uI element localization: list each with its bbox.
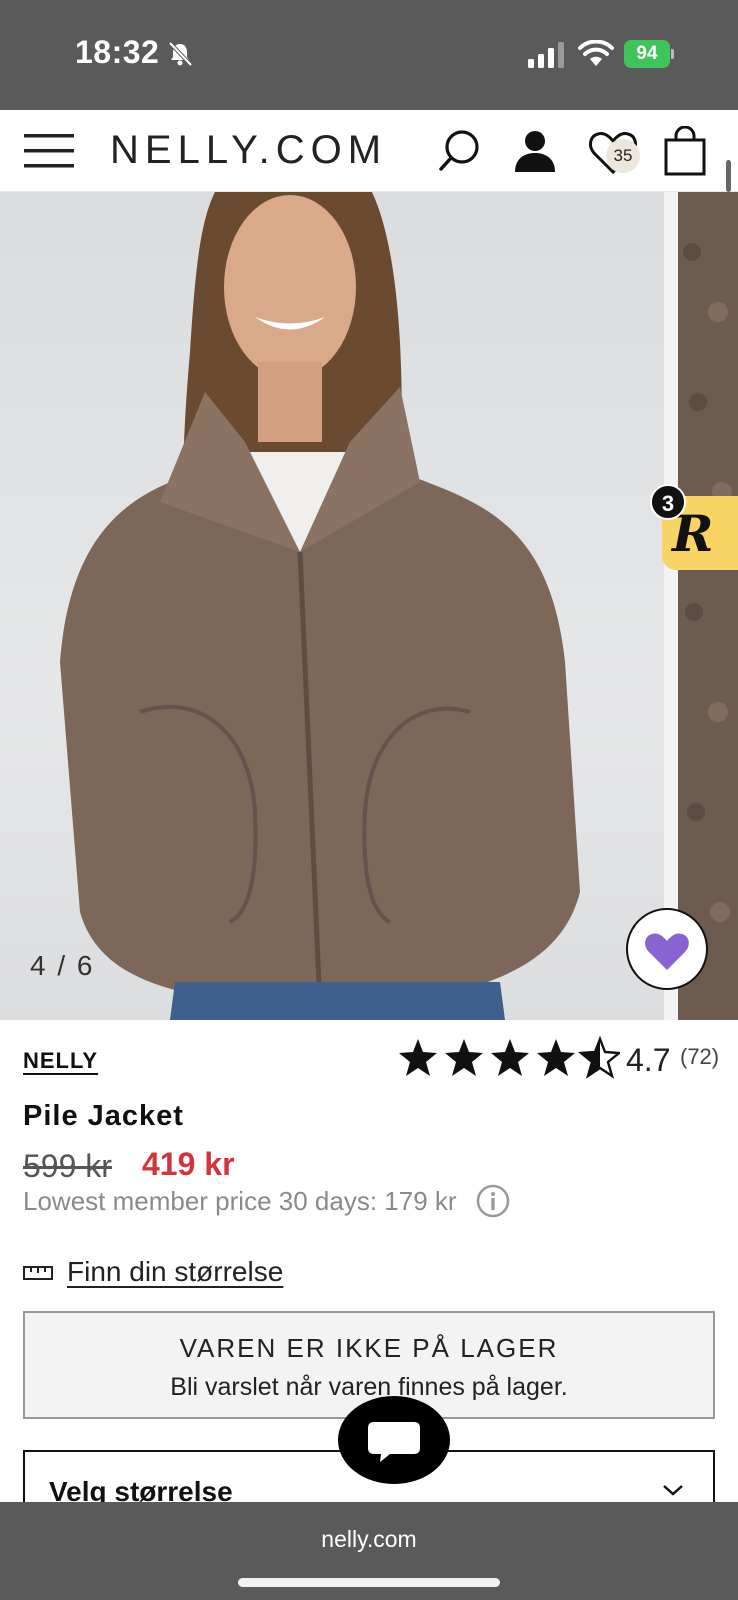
bell-muted-icon <box>168 41 193 67</box>
ruler-icon <box>23 1266 53 1280</box>
bag-icon[interactable] <box>664 126 706 176</box>
rewards-count-badge: 3 <box>650 484 686 520</box>
account-icon[interactable] <box>512 128 558 174</box>
product-photo[interactable] <box>0 192 664 1020</box>
rating-value: 4.7 <box>626 1042 671 1078</box>
rating-stars[interactable] <box>398 1036 620 1080</box>
photo-counter: 4 / 6 <box>30 950 95 981</box>
search-icon[interactable] <box>436 128 482 174</box>
scroll-indicator <box>726 160 731 192</box>
product-title: Pile Jacket <box>23 1100 184 1132</box>
sale-price: 419 kr <box>142 1146 235 1182</box>
model-illustration <box>60 192 580 1020</box>
star-icon <box>399 1039 437 1076</box>
battery-charging-icon: 94 <box>624 40 674 68</box>
original-price: 599 kr <box>23 1148 112 1184</box>
product-gallery[interactable]: 4 / 6 <box>0 192 738 1020</box>
stock-status-title: VAREN ER IKKE PÅ LAGER <box>179 1333 559 1363</box>
next-photo-peek[interactable] <box>678 192 738 1020</box>
home-indicator[interactable] <box>238 1578 500 1587</box>
status-bar: 18:32 94 <box>0 0 738 110</box>
wishlist-count-badge: 35 <box>606 139 640 173</box>
size-guide-link[interactable]: Finn din størrelse <box>67 1256 283 1288</box>
chat-button[interactable] <box>338 1396 450 1484</box>
status-time: 18:32 <box>75 34 160 70</box>
browser-address-bar[interactable]: nelly.com <box>0 1502 738 1600</box>
site-logo[interactable]: NELLY.COM <box>110 128 387 173</box>
star-icon <box>445 1039 483 1076</box>
star-icon <box>537 1039 575 1076</box>
chat-bubble-icon <box>368 1422 420 1462</box>
brand-link[interactable]: NELLY <box>23 1048 98 1074</box>
rating-count[interactable]: (72) <box>680 1044 719 1070</box>
add-to-wishlist-button[interactable] <box>626 908 708 990</box>
menu-icon[interactable] <box>24 132 74 170</box>
lowest-price-note: Lowest member price 30 days: 179 kr <box>23 1186 457 1216</box>
heart-filled-icon <box>645 933 689 970</box>
star-icon <box>491 1039 529 1076</box>
signal-icon <box>528 42 564 68</box>
url-text[interactable]: nelly.com <box>0 1526 738 1553</box>
battery-level: 94 <box>624 40 670 68</box>
chevron-down-icon <box>663 1485 683 1496</box>
wifi-icon <box>578 40 614 66</box>
star-half-icon <box>579 1037 620 1078</box>
info-icon[interactable] <box>476 1184 510 1218</box>
